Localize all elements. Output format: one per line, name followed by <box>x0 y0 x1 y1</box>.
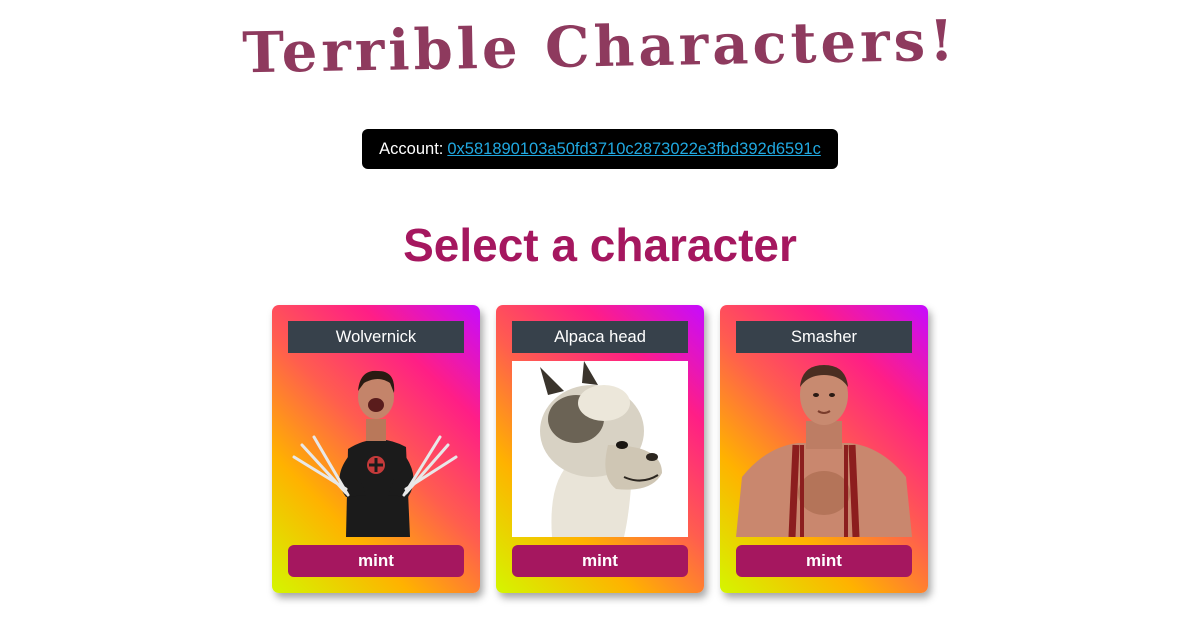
mint-button[interactable]: mint <box>288 545 464 577</box>
character-name: Wolvernick <box>288 321 464 353</box>
character-image-smasher <box>736 361 912 537</box>
account-address-link[interactable]: 0x581890103a50fd3710c2873022e3fbd392d659… <box>447 140 820 159</box>
mint-button[interactable]: mint <box>736 545 912 577</box>
character-card-wolvernick: Wolvernick mint <box>272 305 480 593</box>
character-name: Alpaca head <box>512 321 688 353</box>
character-image-wolvernick <box>288 361 464 537</box>
app-title: Terrible Characters! <box>241 7 959 87</box>
character-name: Smasher <box>736 321 912 353</box>
character-image-alpaca-head <box>512 361 688 537</box>
character-card-smasher: Smasher mint <box>720 305 928 593</box>
account-bar: Account: 0x581890103a50fd3710c2873022e3f… <box>362 129 838 169</box>
mint-button[interactable]: mint <box>512 545 688 577</box>
section-title: Select a character <box>403 219 797 271</box>
character-card-alpaca-head: Alpaca head mint <box>496 305 704 593</box>
account-label: Account: <box>379 139 444 158</box>
